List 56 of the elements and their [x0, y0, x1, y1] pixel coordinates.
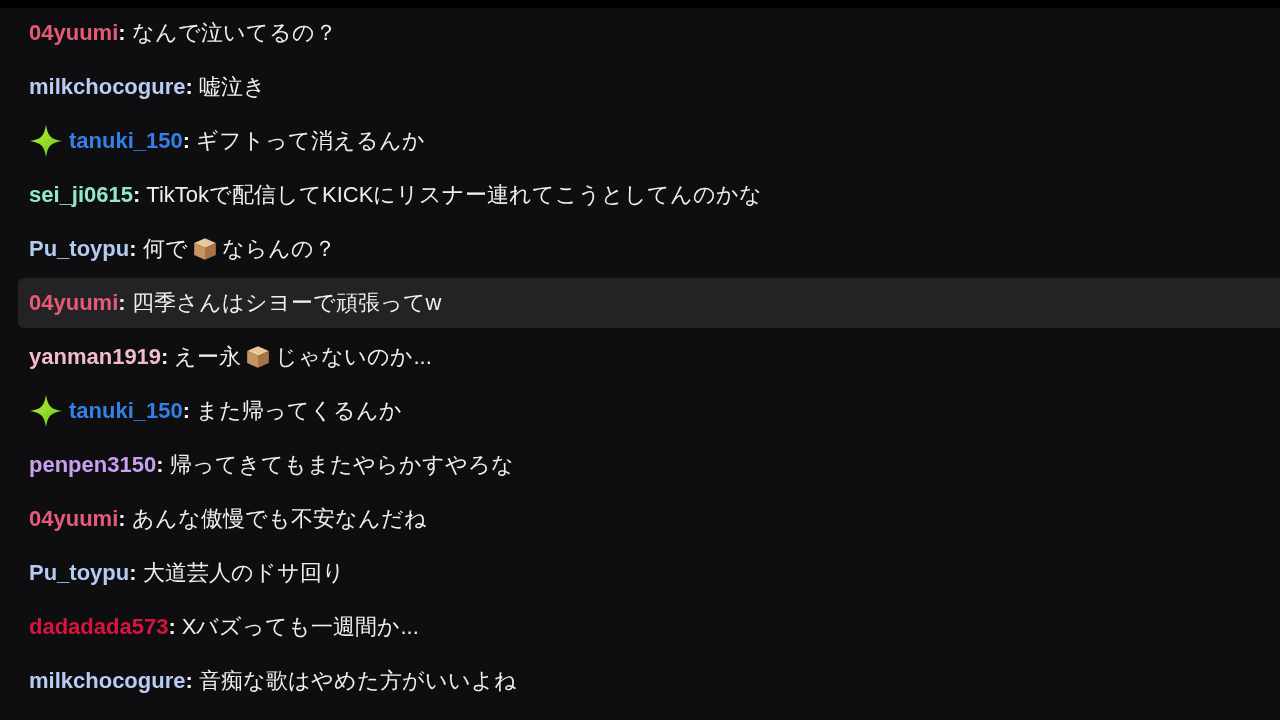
- username[interactable]: 04yuumi: [29, 290, 119, 316]
- username[interactable]: yanman1919: [29, 344, 162, 370]
- message-text: 音痴な歌はやめた方がいいよね: [198, 667, 517, 695]
- message-text: TikTokで配信してKICKにリスナー連れてこうとしてんのかな: [146, 181, 763, 209]
- chat-message-row[interactable]: tanuki_150: ギフトって消えるんか: [18, 116, 1280, 166]
- chat-message-row[interactable]: 04yuumi: なんで泣いてるの？: [18, 8, 1280, 58]
- colon-separator: :: [129, 560, 137, 586]
- colon-separator: :: [129, 236, 137, 262]
- username[interactable]: 04yuumi: [29, 506, 119, 532]
- box-icon: [191, 236, 218, 262]
- colon-separator: :: [168, 614, 176, 640]
- message-text: じゃないのか...: [275, 343, 432, 371]
- username[interactable]: milkchocogure: [29, 74, 186, 100]
- colon-separator: :: [182, 398, 191, 424]
- colon-separator: :: [118, 506, 126, 532]
- username[interactable]: 04yuumi: [29, 20, 119, 46]
- username[interactable]: milkchocogure: [29, 668, 186, 694]
- chat-message-row[interactable]: dadadada573: Xバズっても一週間か...: [18, 602, 1280, 652]
- chat-message-row[interactable]: Pu_toypu: 大道芸人のドサ回り: [18, 548, 1280, 598]
- chat-message-row[interactable]: milkchocogure: 嘘泣き: [18, 62, 1280, 112]
- colon-separator: :: [185, 668, 193, 694]
- message-text: ならんの？: [221, 235, 336, 263]
- message-text: 四季さんはシヨーで頑張ってw: [131, 289, 442, 317]
- chat-message-row[interactable]: 04yuumi: あんな傲慢でも不安なんだね: [18, 494, 1280, 544]
- colon-separator: :: [118, 290, 126, 316]
- box-icon: [245, 344, 272, 370]
- colon-separator: :: [182, 128, 191, 154]
- message-text: また帰ってくるんか: [196, 397, 403, 425]
- colon-separator: :: [118, 20, 126, 46]
- colon-separator: :: [133, 182, 141, 208]
- chat-message-row[interactable]: tanuki_150: また帰ってくるんか: [18, 386, 1280, 436]
- username[interactable]: sei_ji0615: [29, 182, 133, 208]
- message-text: Xバズっても一週間か...: [181, 613, 419, 641]
- username[interactable]: tanuki_150: [69, 398, 183, 424]
- chat-message-row[interactable]: Pu_toypu: 何で ならんの？: [18, 224, 1280, 274]
- colon-separator: :: [156, 452, 164, 478]
- message-text: 帰ってきてもまたやらかすやろな: [169, 451, 514, 479]
- chat-message-row[interactable]: penpen3150: 帰ってきてもまたやらかすやろな: [18, 440, 1280, 490]
- chat-message-row[interactable]: 04yuumi: 四季さんはシヨーで頑張ってw: [18, 278, 1280, 328]
- message-text: 嘘泣き: [198, 73, 266, 101]
- chat-message-row[interactable]: milkchocogure: 音痴な歌はやめた方がいいよね: [18, 656, 1280, 706]
- chat-message-row[interactable]: yanman1919: えー永 じゃないのか...: [18, 332, 1280, 382]
- username[interactable]: Pu_toypu: [29, 236, 130, 262]
- message-text: なんで泣いてるの？: [131, 19, 337, 47]
- message-text: 大道芸人のドサ回り: [142, 559, 345, 587]
- colon-separator: :: [161, 344, 169, 370]
- username[interactable]: penpen3150: [29, 452, 157, 478]
- message-text: 何で: [142, 235, 188, 263]
- colon-separator: :: [185, 74, 193, 100]
- message-text: あんな傲慢でも不安なんだね: [131, 505, 427, 533]
- username[interactable]: tanuki_150: [69, 128, 183, 154]
- message-text: ギフトって消えるんか: [196, 127, 426, 155]
- username[interactable]: dadadada573: [29, 614, 169, 640]
- chat-message-row[interactable]: sei_ji0615: TikTokで配信してKICKにリスナー連れてこうとしてんのかな: [18, 170, 1280, 220]
- username[interactable]: Pu_toypu: [29, 560, 130, 586]
- message-text: えー永: [174, 343, 242, 371]
